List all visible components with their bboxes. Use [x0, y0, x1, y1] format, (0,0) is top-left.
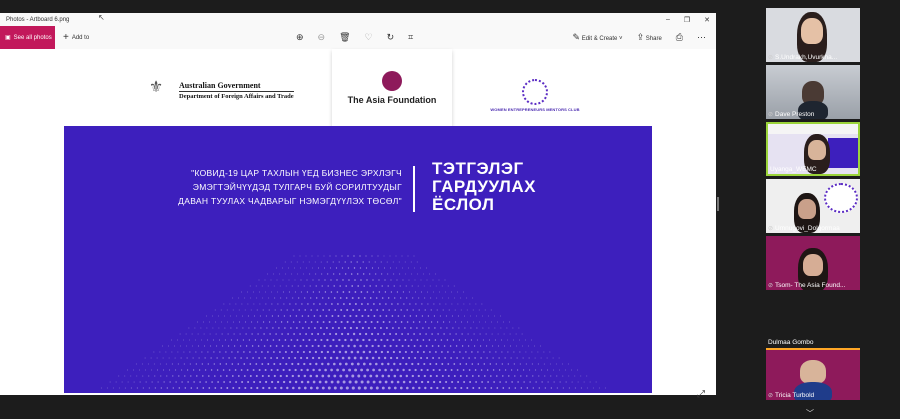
maximize-button[interactable]: ❐ [684, 16, 690, 24]
photos-window: Photos - Artboard 6.png ↖ – ❐ ✕ ▣ See al… [0, 13, 716, 400]
print-icon[interactable]: ⎙ [676, 32, 683, 43]
chevron-down-icon: ˅ [619, 36, 623, 42]
dept-name: Department of Foreign Affairs and Trade [179, 92, 294, 100]
quote-line: "КОВИД-19 ЦАР ТАХЛЫН ҮЕД БИЗНЕС ЭРХЛЭГЧ [191, 168, 402, 178]
screen: Photos - Artboard 6.png ↖ – ❐ ✕ ▣ See al… [0, 0, 900, 419]
edit-icon: ✎ [572, 32, 581, 42]
see-all-photos-label: See all photos [13, 34, 52, 41]
expand-icon[interactable]: ⤢ [697, 389, 705, 400]
asia-foundation-mark-icon [382, 70, 402, 91]
window-title: Photos - Artboard 6.png [6, 16, 70, 23]
delete-icon[interactable]: 🗑 [339, 32, 350, 43]
wemc-name: WOMEN ENTREPRENEURS MENTORS CLUB [490, 107, 580, 112]
banner-divider [413, 166, 415, 212]
right-tools: ✎ Edit & Create ˅ ⇪ Share ⎙ ⋯ [572, 26, 706, 49]
australian-government-logo: ⚜ Australian Government Department of Fo… [138, 77, 294, 103]
participant-tile[interactable]: ⊘ S.Undrakh,Uvurkha... [766, 8, 860, 62]
mic-muted-icon: ⊘ [768, 283, 774, 289]
asia-foundation-name: The Asia Foundation [347, 94, 437, 105]
share-icon: ⇪ [636, 32, 645, 42]
asia-foundation-logo: The Asia Foundation [332, 49, 452, 126]
quote-line: ДАВАН ТУУЛАХ ЧАДВАРЫГ НЭМЭГДҮҮЛЭХ ТӨСӨЛ" [178, 196, 402, 206]
participant-name: Dulmaa Gombo [768, 339, 814, 346]
heading-line: ЁСЛОЛ [432, 195, 495, 214]
event-banner: "КОВИД-19 ЦАР ТАХЛЫН ҮЕД БИЗНЕС ЭРХЛЭГЧ … [64, 126, 652, 393]
coat-of-arms-icon: ⚜ [148, 79, 164, 96]
heading-line: ГАРДУУЛАХ [432, 177, 536, 196]
crop-icon[interactable]: ⌗ [408, 32, 413, 43]
photos-toolbar: ▣ See all photos + Add to ⊕ ⊖ 🗑 ♡ ↻ ⌗ ✎ … [0, 26, 716, 49]
mic-muted-icon: ⊘ [768, 226, 774, 232]
image-tools: ⊕ ⊖ 🗑 ♡ ↻ ⌗ [296, 26, 413, 49]
wemc-logo: WOMEN ENTREPRENEURS MENTORS CLUB [490, 79, 580, 112]
participant-name: ⊘ Tsom- The Asia Found... [768, 282, 846, 289]
zoom-in-icon[interactable]: ⊕ [296, 32, 304, 43]
share-label: Share [645, 36, 662, 42]
participant-tile[interactable]: Dulmaa Gombo [766, 293, 860, 347]
project-quote: "КОВИД-19 ЦАР ТАХЛЫН ҮЕД БИЗНЕС ЭРХЛЭГЧ … [162, 166, 402, 208]
add-to-button[interactable]: + Add to [63, 32, 89, 43]
mic-muted-icon: ⊘ [768, 55, 774, 61]
logo-strip: ⚜ Australian Government Department of Fo… [0, 49, 716, 126]
heading-line: ТЭТГЭЛЭГ [432, 159, 524, 178]
mouse-cursor-icon: ↖ [98, 13, 105, 22]
participant-name: ⊘ Tricia Turbold [768, 392, 815, 399]
quote-line: ЭМЭГТЭЙЧҮҮДЭД ТУЛГАРЧ БУЙ СОРИЛТУУДЫГ [192, 182, 402, 192]
participant-name: ⊘ S.Undrakh,Uvurkha... [768, 54, 838, 61]
plus-icon: + [63, 32, 69, 43]
edit-create-button[interactable]: ✎ Edit & Create ˅ [572, 32, 622, 43]
scroll-down-chevron-icon[interactable]: ﹀ [806, 408, 814, 419]
more-icon[interactable]: ⋯ [697, 32, 706, 43]
photos-icon: ▣ [5, 35, 11, 41]
see-all-photos-button[interactable]: ▣ See all photos [0, 26, 55, 49]
scrollbar-handle[interactable] [717, 197, 719, 211]
edit-create-label: Edit & Create [581, 36, 618, 42]
participant-tile[interactable]: ⊘ Dave Preston [766, 65, 860, 119]
window-controls: – ❐ ✕ [666, 13, 710, 26]
participant-name: ⊘ Umnugovi_Dolgormaa [768, 225, 840, 232]
share-button[interactable]: ⇪ Share [637, 32, 662, 43]
rotate-icon[interactable]: ↻ [387, 32, 395, 43]
mic-muted-icon: ⊘ [768, 393, 774, 399]
participant-tile[interactable]: ⊘ Tricia Turbold [766, 348, 860, 400]
close-button[interactable]: ✕ [704, 16, 710, 24]
wemc-mark-icon [522, 79, 548, 105]
participant-tile[interactable]: ⊘ Umnugovi_Dolgormaa [766, 179, 860, 233]
participant-name: ⊘ Dave Preston [768, 111, 815, 118]
favorite-icon[interactable]: ♡ [365, 32, 373, 43]
ceremony-heading: ТЭТГЭЛЭГ ГАРДУУЛАХ ЁСЛОЛ [432, 160, 536, 214]
minimize-button[interactable]: – [666, 16, 670, 23]
zoom-out-icon[interactable]: ⊖ [318, 32, 326, 43]
gov-name: Australian Government [179, 81, 294, 92]
participant-tile[interactable]: ⊘ Tsom- The Asia Found... [766, 236, 860, 290]
title-bar: Photos - Artboard 6.png ↖ – ❐ ✕ [0, 13, 716, 26]
mic-muted-icon: ⊘ [768, 112, 774, 118]
participant-tile-active[interactable]: Uyanga_WEMC [766, 122, 860, 176]
add-to-label: Add to [71, 34, 90, 41]
image-canvas: ⚜ Australian Government Department of Fo… [0, 49, 716, 400]
participant-name: Uyanga_WEMC [770, 166, 817, 173]
